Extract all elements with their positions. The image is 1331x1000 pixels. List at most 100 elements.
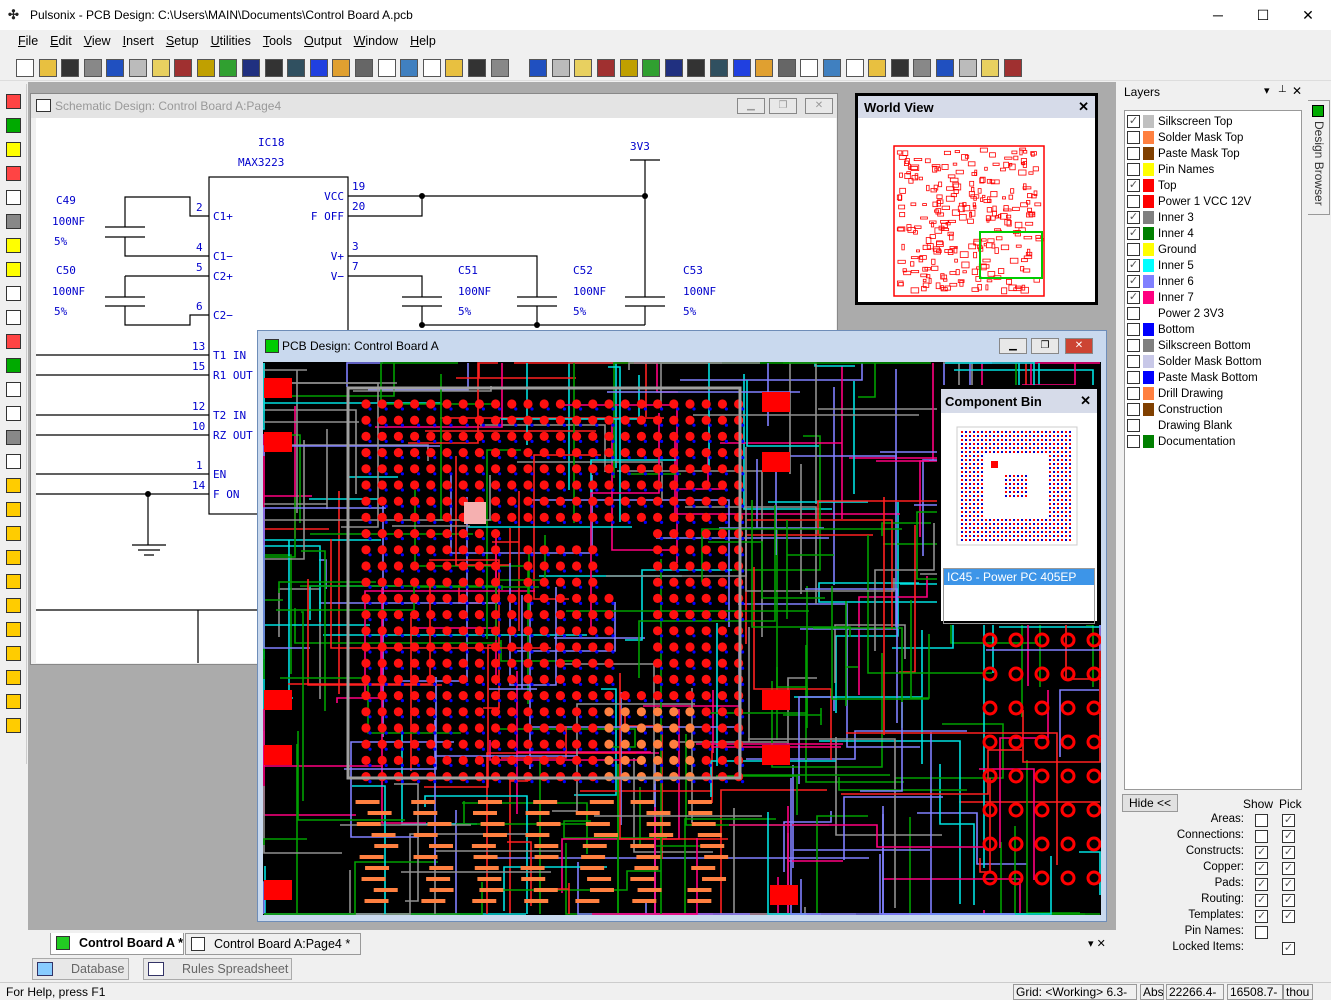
component-bin-close-button[interactable]: ✕: [1080, 393, 1091, 409]
layer-visibility-checkbox[interactable]: [1127, 387, 1140, 400]
library-icon[interactable]: [174, 59, 193, 77]
menu-setup[interactable]: Setup: [160, 30, 205, 52]
world-view-canvas[interactable]: [858, 118, 1095, 302]
layer-visibility-checkbox[interactable]: [1127, 195, 1140, 208]
status-units[interactable]: thou: [1283, 984, 1313, 1000]
doc-tab[interactable]: Control Board A *: [50, 933, 184, 955]
pcb-close-button[interactable]: ✕: [1065, 338, 1093, 354]
push-route-icon[interactable]: [6, 526, 21, 541]
layer-color-swatch[interactable]: [1143, 291, 1154, 304]
add-dimension-icon[interactable]: [6, 430, 21, 445]
status-coord-mode[interactable]: Abs: [1140, 984, 1164, 1000]
design-browser-tab[interactable]: Design Browser: [1308, 100, 1330, 215]
add-arc-icon[interactable]: [6, 334, 21, 349]
lock-4-icon[interactable]: [6, 694, 21, 709]
layer-color-swatch[interactable]: [1143, 115, 1154, 128]
menu-window[interactable]: Window: [348, 30, 404, 52]
pcb-minimize-button[interactable]: ▁: [999, 338, 1027, 354]
show-checkbox[interactable]: [1255, 830, 1268, 843]
add-track-icon[interactable]: [6, 310, 21, 325]
zoom-all-icon[interactable]: [400, 59, 419, 77]
menu-edit[interactable]: Edit: [44, 30, 78, 52]
pick-checkbox[interactable]: ✓: [1282, 942, 1295, 955]
menu-tools[interactable]: Tools: [257, 30, 298, 52]
pick-icon[interactable]: [551, 59, 570, 77]
layer-color-swatch[interactable]: [1143, 195, 1154, 208]
layer-color-swatch[interactable]: [1143, 259, 1154, 272]
filter-icon[interactable]: [687, 59, 706, 77]
print-icon[interactable]: [83, 59, 102, 77]
lock-3-icon[interactable]: [6, 670, 21, 685]
lock-icon[interactable]: [936, 59, 954, 77]
rules-spreadsheet-tab[interactable]: Rules Spreadsheet: [143, 958, 292, 980]
add-template-icon[interactable]: [6, 238, 21, 253]
layer-visibility-checkbox[interactable]: [1127, 371, 1140, 384]
auto-route-icon[interactable]: [6, 502, 21, 517]
select-icon[interactable]: [800, 59, 819, 77]
interactive-route-icon[interactable]: [6, 478, 21, 493]
pick-checkbox[interactable]: ✓: [1282, 878, 1295, 891]
pick-checkbox[interactable]: ✓: [1282, 894, 1295, 907]
layer-visibility-checkbox[interactable]: ✓: [1127, 291, 1140, 304]
add-polygon-icon[interactable]: [6, 214, 21, 229]
show-checkbox[interactable]: ✓: [1255, 846, 1268, 859]
add-board-icon[interactable]: [6, 454, 21, 469]
padlock-icon[interactable]: [1003, 59, 1022, 77]
show-checkbox[interactable]: ✓: [1255, 878, 1268, 891]
layer-visibility-checkbox[interactable]: [1127, 419, 1140, 432]
lock-5-icon[interactable]: [6, 718, 21, 733]
folder-icon[interactable]: [151, 59, 170, 77]
cross-probe-icon[interactable]: [732, 59, 751, 77]
windows-icon[interactable]: [355, 59, 373, 77]
move-icon[interactable]: [913, 59, 932, 77]
binoculars-icon[interactable]: [664, 59, 683, 77]
toggle-icon[interactable]: [981, 59, 1000, 77]
lock-2-icon[interactable]: [6, 646, 21, 661]
schematic-restore-button[interactable]: ❐: [769, 98, 797, 114]
route-icon[interactable]: [219, 59, 238, 77]
layer-visibility-checkbox[interactable]: [1127, 163, 1140, 176]
layer-visibility-checkbox[interactable]: [1127, 355, 1140, 368]
zoom-out-icon[interactable]: [490, 59, 509, 77]
pin-icon[interactable]: ⊥: [1278, 84, 1287, 95]
copper-pour-icon[interactable]: [264, 59, 283, 77]
layer-color-swatch[interactable]: [1143, 147, 1154, 160]
new-icon[interactable]: [16, 59, 34, 77]
layer-visibility-checkbox[interactable]: [1127, 323, 1140, 336]
pcb-title-bar[interactable]: PCB Design: Control Board A ▁ ❐ ✕: [258, 334, 1106, 358]
palette-icon[interactable]: [332, 59, 351, 77]
lock-1-icon[interactable]: [6, 622, 21, 637]
layer-color-swatch[interactable]: [1143, 355, 1154, 368]
show-checkbox[interactable]: ✓: [1255, 894, 1268, 907]
hide-button[interactable]: Hide <<: [1122, 794, 1178, 812]
add-area-icon[interactable]: [6, 262, 21, 277]
zoom-area-icon[interactable]: [445, 59, 464, 77]
schematic-close-button[interactable]: ✕: [805, 98, 833, 114]
layer-color-swatch[interactable]: [1143, 131, 1154, 144]
pick-checkbox[interactable]: ✓: [1282, 910, 1295, 923]
menu-output[interactable]: Output: [298, 30, 348, 52]
component-list-item[interactable]: IC45 - Power PC 405EP: [944, 569, 1094, 585]
select-area-icon[interactable]: [6, 94, 21, 109]
layer-visibility-checkbox[interactable]: ✓: [1127, 227, 1140, 240]
close-button[interactable]: ✕: [1285, 4, 1331, 26]
layer-color-swatch[interactable]: [1143, 403, 1154, 416]
pcb-restore-button[interactable]: ❐: [1031, 338, 1059, 354]
layer-color-swatch[interactable]: [1143, 371, 1154, 384]
unlock-icon[interactable]: [958, 59, 977, 77]
layer-color-swatch[interactable]: [1143, 435, 1154, 448]
layer-color-swatch[interactable]: [1143, 211, 1154, 224]
layer-color-swatch[interactable]: [1143, 227, 1154, 240]
fanout-icon[interactable]: [6, 550, 21, 565]
bom-icon[interactable]: [642, 59, 661, 77]
doc-tab[interactable]: Control Board A:Page4 *: [185, 933, 361, 955]
show-checkbox[interactable]: [1255, 926, 1268, 939]
menu-help[interactable]: Help: [404, 30, 442, 52]
layer-visibility-checkbox[interactable]: [1127, 131, 1140, 144]
schematic-title-bar[interactable]: Schematic Design: Control Board A:Page4 …: [31, 94, 837, 118]
show-checkbox[interactable]: ✓: [1255, 910, 1268, 923]
plane-icon[interactable]: [287, 59, 306, 77]
zoom-previous-icon[interactable]: [422, 59, 441, 77]
layer-visibility-checkbox[interactable]: [1127, 435, 1140, 448]
layer-color-swatch[interactable]: [1143, 179, 1154, 192]
